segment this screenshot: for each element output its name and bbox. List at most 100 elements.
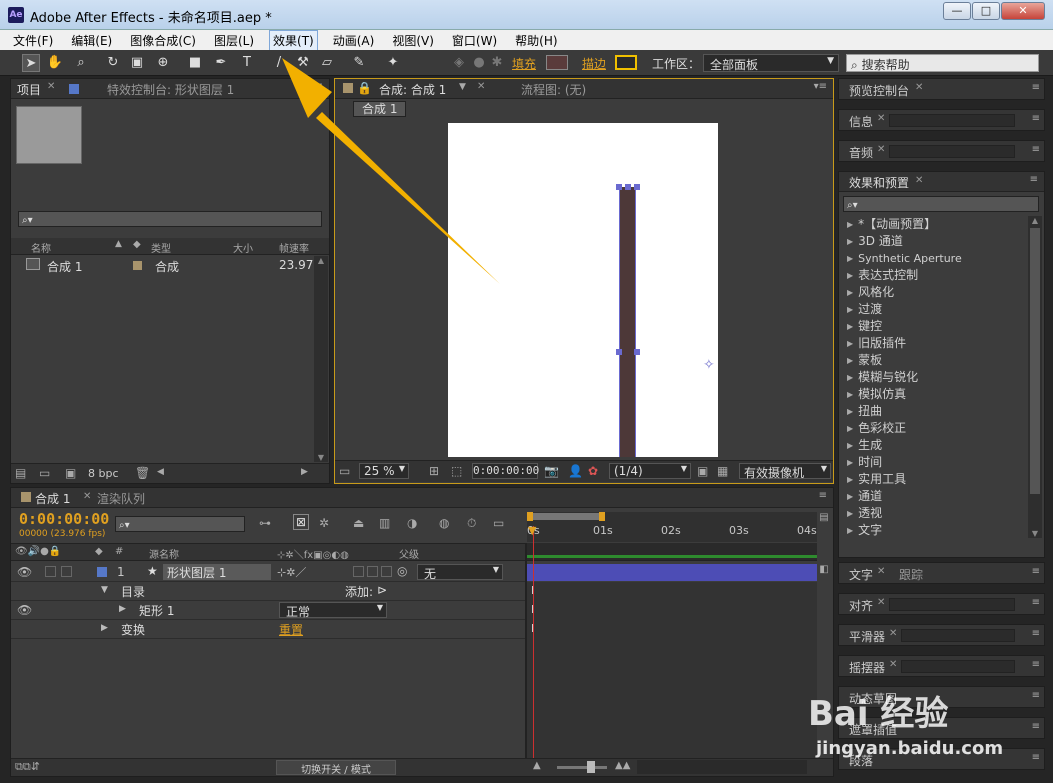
column-parent[interactable]: 父级	[399, 546, 419, 561]
layer-duration-bar[interactable]	[527, 564, 817, 581]
clone-stamp-tool-icon[interactable]: ⚒	[294, 54, 312, 72]
parent-dropdown[interactable]: 无 ▼	[417, 564, 503, 581]
new-folder-icon[interactable]: ▭	[39, 466, 50, 480]
column-name[interactable]: 名称	[31, 240, 51, 255]
menu-edit[interactable]: 编辑(E)	[68, 31, 115, 50]
expand-right-icon[interactable]: ▶	[119, 604, 126, 614]
timeline-track-area[interactable]: I I I	[527, 582, 817, 758]
scroll-down-icon[interactable]: ▼	[314, 453, 328, 462]
timeline-search-input[interactable]: ⌕▾	[115, 516, 245, 532]
work-area-start-handle[interactable]	[527, 512, 533, 521]
close-icon[interactable]: ✕	[47, 81, 55, 92]
frame-blending-icon[interactable]: ▥	[379, 516, 390, 530]
vertex-handle[interactable]	[625, 184, 631, 190]
lock-toggle[interactable]	[61, 566, 72, 577]
scroll-thumb[interactable]	[1030, 228, 1040, 494]
zoom-slider-thumb[interactable]	[587, 761, 595, 773]
list-item[interactable]: 3D 通道	[847, 233, 1027, 250]
panel-menu-icon[interactable]: ≡	[1032, 659, 1040, 670]
tab-timeline-comp[interactable]: 合成 1	[35, 490, 70, 507]
contents-row[interactable]: ▼ 目录 添加: ⊳	[11, 582, 525, 601]
help-search-input[interactable]: ⌕ 搜索帮助	[846, 54, 1039, 72]
list-item[interactable]: 模糊与锐化	[847, 369, 1027, 386]
brush-tool-icon[interactable]: /	[270, 54, 288, 72]
panel-menu-icon[interactable]: ≡	[1032, 721, 1040, 732]
rectangle-row[interactable]: 👁 ▶ 矩形 1 正常 ▼	[11, 601, 525, 620]
hide-shy-icon[interactable]: ⏏	[353, 516, 364, 530]
panel-menu-icon[interactable]: ≡	[1032, 628, 1040, 639]
close-icon[interactable]: ✕	[477, 81, 485, 92]
expand-down-icon[interactable]: ▼	[101, 585, 108, 595]
list-item[interactable]: 风格化	[847, 284, 1027, 301]
solo-toggle[interactable]	[45, 566, 56, 577]
panel-menu-icon[interactable]: ≡	[1032, 82, 1040, 93]
mini-flowchart-icon[interactable]: ⊶	[259, 516, 271, 530]
lock-icon[interactable]: 🔒	[357, 81, 372, 95]
vertex-handle[interactable]	[634, 184, 640, 190]
effects-presets-label[interactable]: 效果和预置	[849, 174, 909, 191]
tab-flowchart[interactable]: 流程图: (无)	[521, 81, 586, 98]
menu-animation[interactable]: 动画(A)	[330, 31, 378, 50]
list-item[interactable]: 蒙板	[847, 352, 1027, 369]
panel-menu-icon[interactable]: ≡	[1032, 752, 1040, 763]
vertex-handle[interactable]	[616, 184, 622, 190]
work-area-bar[interactable]	[529, 513, 603, 520]
timeline-timecode[interactable]: 0:00:00:00	[19, 510, 109, 528]
region-of-interest-icon[interactable]: ▣	[697, 464, 708, 478]
list-item[interactable]: 表达式控制	[847, 267, 1027, 284]
sort-icon[interactable]: ▲	[115, 239, 122, 249]
close-icon[interactable]: ✕	[877, 113, 885, 124]
wiggler-label[interactable]: 摇摆器	[849, 659, 885, 676]
close-icon[interactable]: ✕	[877, 144, 885, 155]
info-label[interactable]: 信息	[849, 113, 873, 130]
draft-3d-icon[interactable]: ✲	[319, 516, 329, 530]
close-icon[interactable]: ✕	[877, 566, 885, 577]
reset-link[interactable]: 重置	[279, 621, 303, 638]
graph-editor-icon[interactable]: ▭	[493, 516, 504, 530]
interpret-footage-icon[interactable]: ▤	[15, 466, 26, 480]
column-source-name[interactable]: 源名称	[149, 546, 179, 561]
shape-layer-rectangle[interactable]	[619, 187, 636, 457]
list-item[interactable]: 透视	[847, 505, 1027, 522]
effects-search-input[interactable]: ⌕▾	[843, 196, 1039, 212]
transform-row[interactable]: ▶ 变换 重置	[11, 620, 525, 639]
menu-layer[interactable]: 图层(L)	[211, 31, 257, 50]
av-features-icon[interactable]: 👁🔊●🔒	[15, 546, 61, 557]
minimize-button[interactable]: —	[943, 2, 971, 20]
trash-icon[interactable]: 🗑	[135, 466, 150, 480]
list-item[interactable]: 模拟仿真	[847, 386, 1027, 403]
list-item[interactable]: 生成	[847, 437, 1027, 454]
close-icon[interactable]: ✕	[889, 659, 897, 670]
vertex-handle[interactable]	[616, 349, 622, 355]
add-menu-icon[interactable]: ⊳	[377, 583, 387, 597]
eraser-tool-icon[interactable]: ▱	[318, 54, 336, 72]
switch-box[interactable]	[353, 566, 364, 577]
menu-file[interactable]: 文件(F)	[10, 31, 56, 50]
eye-icon[interactable]: 👁	[17, 603, 32, 617]
panel-menu-icon[interactable]: ≡	[1032, 566, 1040, 577]
scroll-left-icon[interactable]: ◀	[157, 467, 164, 477]
chevron-down-icon[interactable]: ▼	[459, 82, 466, 92]
zoom-slider[interactable]	[557, 766, 607, 769]
panel-menu-icon[interactable]: ≡	[1032, 597, 1040, 608]
workspace-dropdown[interactable]: 全部面板 ▼	[703, 54, 839, 72]
motion-blur-icon[interactable]: ◑	[407, 516, 417, 530]
add-label[interactable]: 添加:	[345, 583, 373, 600]
selection-tool-icon[interactable]: ➤	[22, 54, 40, 72]
menu-composition[interactable]: 图像合成(C)	[127, 31, 199, 50]
table-row[interactable]: 合成 1 合成 23.976	[11, 256, 321, 274]
close-icon[interactable]: ✕	[83, 491, 91, 502]
text-tool-icon[interactable]: T	[238, 54, 256, 72]
align-label[interactable]: 对齐	[849, 597, 873, 614]
expand-right-icon[interactable]: ▶	[101, 623, 108, 633]
menu-help[interactable]: 帮助(H)	[512, 31, 560, 50]
project-scrollbar[interactable]: ▲ ▼	[314, 256, 328, 462]
current-time-indicator[interactable]	[533, 526, 534, 758]
new-comp-icon[interactable]: ▣	[65, 466, 76, 480]
tab-composition[interactable]: 合成: 合成 1	[379, 81, 446, 98]
scroll-down-icon[interactable]: ▼	[1028, 529, 1042, 538]
scroll-up-icon[interactable]: ▲	[314, 256, 328, 265]
stroke-label[interactable]: 描边	[582, 55, 606, 72]
fill-swatch[interactable]	[546, 55, 568, 70]
list-item[interactable]: 色彩校正	[847, 420, 1027, 437]
